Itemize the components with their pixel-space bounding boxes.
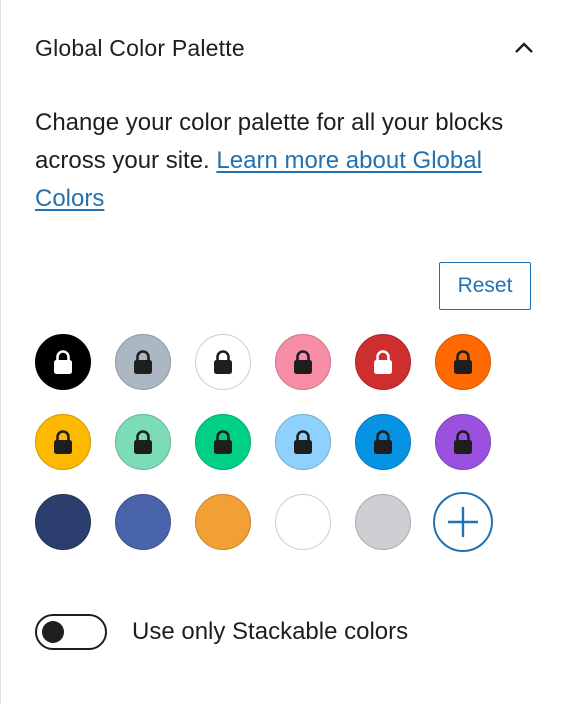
plus-icon — [448, 507, 478, 537]
locked-color-swatch[interactable] — [115, 414, 171, 470]
locked-color-swatch[interactable] — [35, 414, 91, 470]
panel-header[interactable]: Global Color Palette — [35, 30, 533, 66]
locked-color-swatch[interactable] — [435, 334, 491, 390]
locked-color-swatch[interactable] — [275, 334, 331, 390]
stackable-colors-toggle-row: Use only Stackable colors — [35, 612, 408, 652]
lock-icon — [294, 350, 312, 374]
lock-icon — [294, 430, 312, 454]
custom-color-swatch[interactable] — [35, 494, 91, 550]
lock-icon — [54, 430, 72, 454]
stackable-colors-toggle[interactable] — [35, 614, 107, 650]
custom-color-swatch[interactable] — [355, 494, 411, 550]
lock-icon — [214, 350, 232, 374]
toggle-label: Use only Stackable colors — [132, 618, 409, 645]
locked-color-swatch[interactable] — [195, 414, 251, 470]
lock-icon — [374, 350, 392, 374]
lock-icon — [54, 350, 72, 374]
lock-icon — [134, 350, 152, 374]
panel-description: Change your color palette for all your b… — [35, 104, 505, 218]
lock-icon — [214, 430, 232, 454]
chevron-up-icon — [515, 42, 533, 53]
lock-icon — [374, 430, 392, 454]
custom-color-swatch[interactable] — [115, 494, 171, 550]
reset-button[interactable]: Reset — [439, 262, 531, 310]
add-color-button[interactable] — [433, 492, 493, 552]
panel-title: Global Color Palette — [35, 34, 245, 61]
locked-color-swatch[interactable] — [115, 334, 171, 390]
lock-icon — [454, 430, 472, 454]
locked-color-swatch[interactable] — [195, 334, 251, 390]
collapse-button[interactable] — [506, 30, 542, 66]
custom-color-swatch[interactable] — [195, 494, 251, 550]
locked-color-swatch[interactable] — [355, 334, 411, 390]
lock-icon — [134, 430, 152, 454]
locked-color-swatch[interactable] — [275, 414, 331, 470]
toggle-knob — [42, 621, 64, 643]
lock-icon — [454, 350, 472, 374]
custom-color-swatch[interactable] — [275, 494, 331, 550]
global-color-palette-panel: Global Color Palette Change your color p… — [0, 0, 562, 704]
locked-color-swatch[interactable] — [35, 334, 91, 390]
locked-color-swatch[interactable] — [355, 414, 411, 470]
locked-color-swatch[interactable] — [435, 414, 491, 470]
